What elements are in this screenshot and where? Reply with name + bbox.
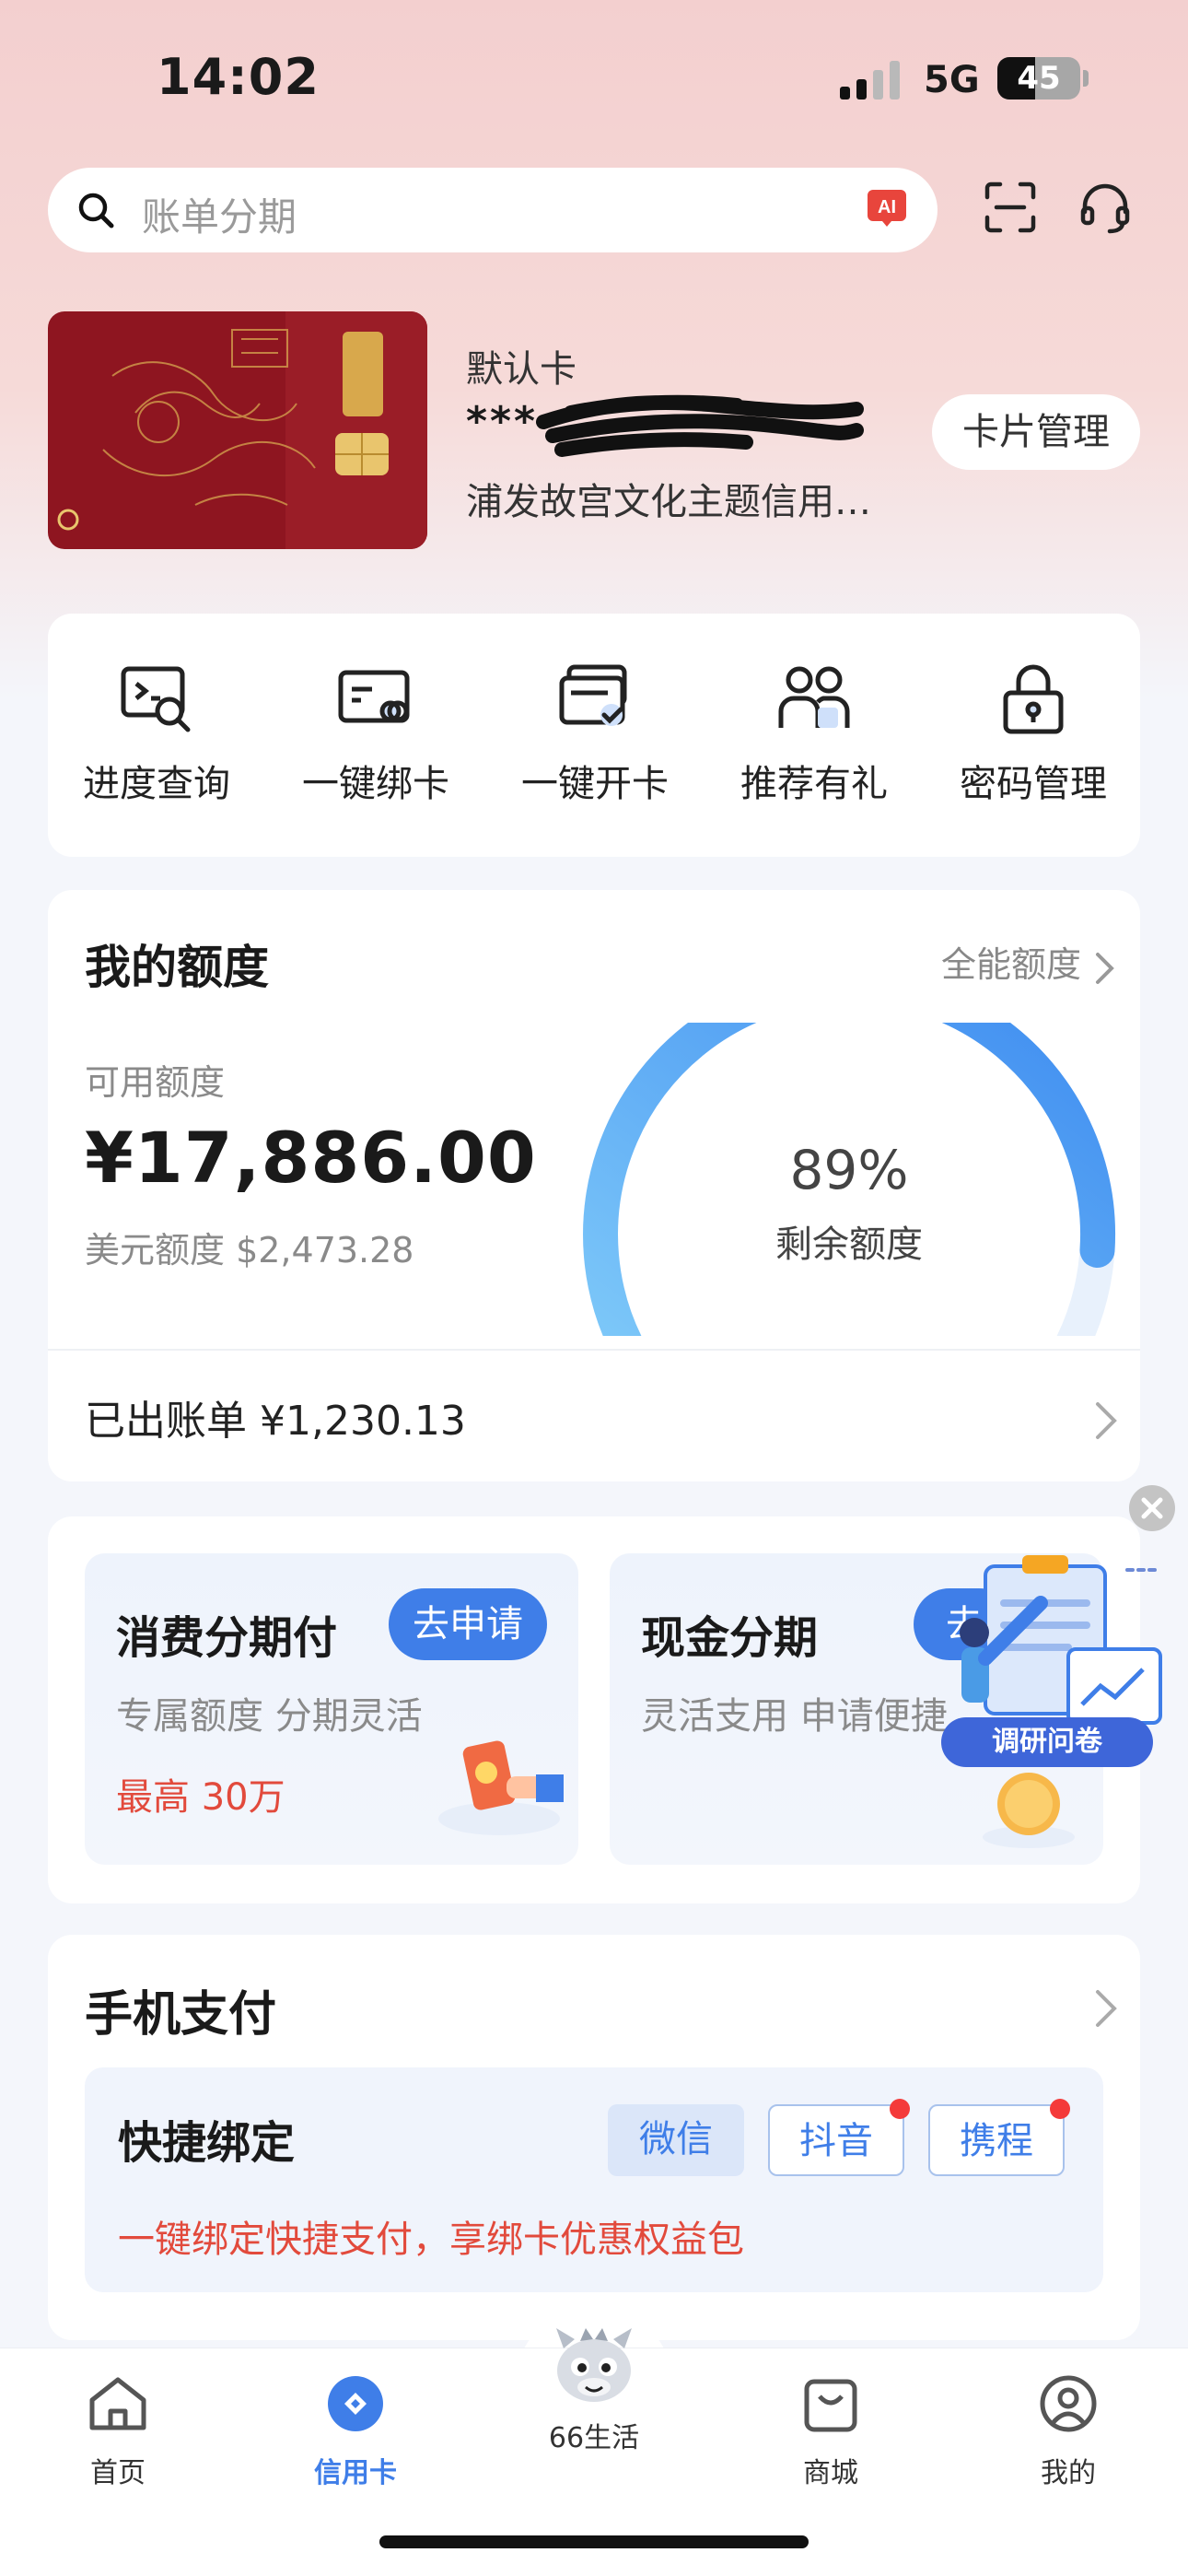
quick-action-referral[interactable]: 推荐有礼 xyxy=(722,660,906,807)
bind-option-label: 携程 xyxy=(960,2120,1033,2162)
tab-label: 首页 xyxy=(90,2457,146,2489)
all-limit-link-label: 全能额度 xyxy=(940,944,1081,985)
scan-icon[interactable] xyxy=(984,181,1037,234)
bind-card-icon xyxy=(338,670,410,723)
notification-dot xyxy=(1050,2099,1070,2119)
tab-home[interactable]: 首页 xyxy=(26,2371,210,2490)
remaining-limit-label: 剩余额度 xyxy=(775,1224,923,1266)
signal-icon xyxy=(840,59,904,100)
activate-card-icon xyxy=(559,664,627,726)
usd-limit: 美元额度 $2,473.28 xyxy=(85,1230,414,1270)
tab-66-life[interactable]: 66生活 xyxy=(502,2312,686,2455)
promo-subtitle: 灵活支用 申请便捷 xyxy=(641,1695,948,1738)
search-bar[interactable]: 账单分期 AI xyxy=(48,168,938,252)
bind-option-douyin[interactable]: 抖音 xyxy=(768,2099,910,2176)
quick-action-label: 进度查询 xyxy=(83,763,230,805)
shopping-bag-icon xyxy=(804,2379,857,2432)
profile-icon xyxy=(1040,2375,1097,2432)
search-icon xyxy=(78,193,114,228)
bind-option-label: 抖音 xyxy=(799,2120,873,2162)
customer-service-icon[interactable] xyxy=(1077,181,1133,236)
quick-action-label: 一键绑卡 xyxy=(302,763,449,805)
tab-label: 66生活 xyxy=(548,2422,640,2454)
available-limit-amount: ¥17,886.00 xyxy=(85,1117,537,1199)
tab-label: 我的 xyxy=(1041,2457,1096,2489)
battery-cap xyxy=(1083,70,1089,87)
search-placeholder: 账单分期 xyxy=(142,194,297,240)
redaction-scribble xyxy=(536,394,864,457)
red-envelope-hand-icon xyxy=(438,1740,564,1835)
network-type: 5G xyxy=(924,59,980,101)
tab-label: 商城 xyxy=(803,2457,858,2489)
home-icon xyxy=(89,2377,146,2430)
battery-icon: 45 xyxy=(997,57,1080,100)
quick-bind-card: 快捷绑定 微信 抖音 携程 一键绑定快捷支付，享绑卡优惠权益包 xyxy=(85,2067,1103,2292)
promo-title: 消费分期付 xyxy=(116,1612,338,1664)
card-manage-button[interactable]: 卡片管理 xyxy=(932,394,1140,470)
credit-card-tab-icon xyxy=(328,2376,383,2431)
quick-actions-panel: 进度查询 一键绑卡 一键开卡 推荐有礼 密码管理 xyxy=(48,614,1140,857)
status-time: 14:02 xyxy=(157,48,320,106)
chevron-right-icon[interactable] xyxy=(1090,1986,1122,2031)
consumer-installment-tile[interactable]: 消费分期付 去申请 专属额度 分期灵活 最高 30万 xyxy=(85,1553,578,1865)
chevron-right-icon xyxy=(1096,953,1114,984)
mobile-pay-panel: 手机支付 快捷绑定 微信 抖音 携程 一键绑定快捷支付，享绑卡优惠权益包 xyxy=(48,1935,1140,2340)
coin-icon xyxy=(983,1773,1075,1848)
lock-icon xyxy=(1003,664,1064,734)
bind-option-label: 微信 xyxy=(639,2118,713,2160)
quick-action-label: 密码管理 xyxy=(960,763,1107,805)
available-limit-label: 可用额度 xyxy=(85,1062,226,1103)
credit-limit-title: 我的额度 xyxy=(85,941,269,994)
tab-credit-card[interactable]: 信用卡 xyxy=(263,2371,448,2490)
battery-level: 45 xyxy=(1017,60,1061,97)
tab-profile[interactable]: 我的 xyxy=(976,2371,1160,2490)
promo-highlight: 最高 30万 xyxy=(116,1776,285,1819)
tab-label: 信用卡 xyxy=(314,2457,397,2489)
close-icon[interactable] xyxy=(1129,1485,1175,1531)
statement-amount[interactable]: 已出账单 ¥1,230.13 xyxy=(85,1388,466,1446)
quick-action-password[interactable]: 密码管理 xyxy=(941,660,1125,807)
credit-limit-panel: 我的额度 全能额度 可用额度 ¥17,886.00 美元额度 $2,473.28… xyxy=(48,890,1140,1481)
all-limit-link[interactable]: 全能额度 xyxy=(940,936,1114,987)
tab-mall[interactable]: 商城 xyxy=(739,2371,923,2490)
card-product-name: 浦发故宫文化主题信用… xyxy=(466,481,871,523)
quick-action-activate-card[interactable]: 一键开卡 xyxy=(503,660,687,807)
divider xyxy=(48,1349,1140,1351)
quick-action-label: 推荐有礼 xyxy=(740,763,888,805)
quick-bind-note: 一键绑定快捷支付，享绑卡优惠权益包 xyxy=(118,2219,744,2261)
home-indicator xyxy=(379,2535,809,2548)
notification-dot xyxy=(890,2099,910,2119)
survey-label[interactable]: 调研问卷 xyxy=(941,1717,1153,1767)
quick-action-progress-query[interactable]: 进度查询 xyxy=(64,660,249,807)
ai-badge-text: AI xyxy=(878,197,896,217)
mobile-pay-title: 手机支付 xyxy=(85,1987,277,2043)
apply-button[interactable]: 去申请 xyxy=(389,1588,547,1660)
referral-icon xyxy=(778,666,850,728)
promo-subtitle: 专属额度 分期灵活 xyxy=(116,1695,423,1738)
quick-action-label: 一键开卡 xyxy=(521,763,669,805)
dragon-mascot-icon xyxy=(556,2328,632,2402)
quick-bind-title: 快捷绑定 xyxy=(118,2117,296,2169)
remaining-percent: 89% xyxy=(789,1139,909,1201)
chevron-right-icon[interactable] xyxy=(1090,1399,1122,1443)
bind-option-ctrip[interactable]: 携程 xyxy=(928,2099,1070,2176)
bind-option-wechat[interactable]: 微信 xyxy=(608,2104,744,2176)
credit-card-image[interactable] xyxy=(48,311,427,549)
quick-action-bind-card[interactable]: 一键绑卡 xyxy=(284,660,468,807)
progress-search-icon xyxy=(121,666,191,732)
promo-title: 现金分期 xyxy=(641,1612,819,1664)
card-number: *** xyxy=(466,398,539,445)
ai-assistant-icon[interactable]: AI xyxy=(866,188,908,228)
